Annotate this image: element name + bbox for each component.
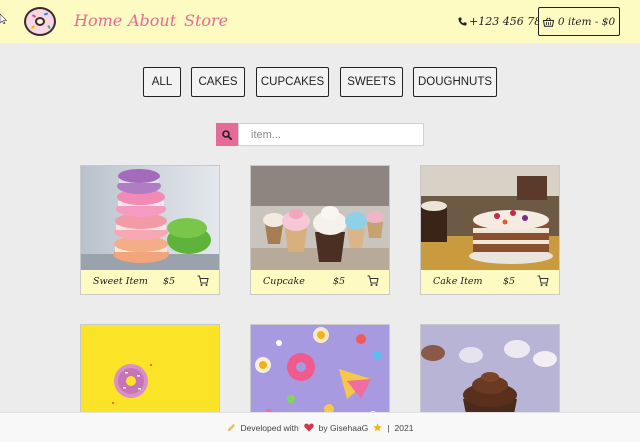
product-image-cupcakes[interactable] bbox=[251, 166, 389, 270]
nav-link-about[interactable]: About bbox=[128, 11, 176, 30]
navbar: Home About Store +123 456 789 0 item - $… bbox=[0, 0, 640, 43]
cart-button[interactable]: 0 item - $0 bbox=[538, 7, 620, 36]
footer: Developed with by GisehaaG | 2021 bbox=[0, 412, 640, 442]
product-name: Sweet Item bbox=[93, 276, 148, 287]
product-card-sweet-item[interactable]: Sweet Item $5 bbox=[80, 165, 220, 295]
cart-summary: 0 item - $0 bbox=[557, 15, 616, 28]
product-image-macarons[interactable] bbox=[81, 166, 219, 270]
product-image-doughnut[interactable] bbox=[81, 325, 219, 412]
add-to-cart-icon[interactable] bbox=[367, 275, 379, 287]
product-image-chocolate-cupcakes[interactable] bbox=[421, 325, 559, 412]
search-button[interactable] bbox=[216, 123, 238, 146]
product-card-doughnut[interactable] bbox=[80, 324, 220, 412]
product-image-cake[interactable] bbox=[421, 166, 559, 270]
product-card-cupcake[interactable]: Cupcake $5 bbox=[250, 165, 390, 295]
product-name: Cake Item bbox=[433, 276, 483, 287]
product-price: $5 bbox=[503, 276, 516, 287]
nav-link-store[interactable]: Store bbox=[184, 11, 228, 30]
footer-separator: | bbox=[387, 422, 390, 433]
mouse-cursor-icon bbox=[0, 14, 7, 24]
product-caption: Cake Item $5 bbox=[421, 270, 559, 294]
product-card-sweets[interactable] bbox=[250, 324, 390, 412]
doughnut-logo-icon[interactable] bbox=[24, 7, 56, 36]
filter-sweets-button[interactable]: SWEETS bbox=[340, 67, 403, 97]
footer-developed-text: Developed with bbox=[240, 422, 299, 433]
product-price: $5 bbox=[333, 276, 346, 287]
filter-cupcakes-button[interactable]: CUPCAKES bbox=[256, 67, 329, 97]
heart-icon bbox=[303, 423, 314, 432]
search-input[interactable] bbox=[238, 123, 424, 146]
shopping-basket-icon bbox=[542, 17, 554, 27]
footer-year: 2021 bbox=[394, 422, 414, 433]
pencil-icon bbox=[227, 423, 235, 432]
product-caption: Cupcake $5 bbox=[251, 270, 389, 294]
add-to-cart-icon[interactable] bbox=[537, 275, 549, 287]
phone-number: +123 456 789 bbox=[469, 15, 549, 28]
phone-icon bbox=[458, 17, 467, 26]
search-icon bbox=[222, 129, 232, 140]
footer-author: by GisehaaG bbox=[318, 422, 369, 433]
star-icon bbox=[373, 423, 383, 432]
add-to-cart-icon[interactable] bbox=[197, 275, 209, 287]
product-name: Cupcake bbox=[263, 276, 305, 287]
product-card-chocolate-cupcake[interactable] bbox=[420, 324, 560, 412]
product-image-candies[interactable] bbox=[251, 325, 389, 412]
filter-cakes-button[interactable]: CAKES bbox=[191, 67, 245, 97]
product-card-cake-item[interactable]: Cake Item $5 bbox=[420, 165, 560, 295]
filter-all-button[interactable]: ALL bbox=[143, 67, 181, 97]
product-caption: Sweet Item $5 bbox=[81, 270, 219, 294]
filter-doughnuts-button[interactable]: DOUGHNUTS bbox=[413, 67, 497, 97]
nav-link-home[interactable]: Home bbox=[74, 11, 122, 30]
product-price: $5 bbox=[163, 276, 176, 287]
phone-contact: +123 456 789 bbox=[458, 15, 548, 28]
